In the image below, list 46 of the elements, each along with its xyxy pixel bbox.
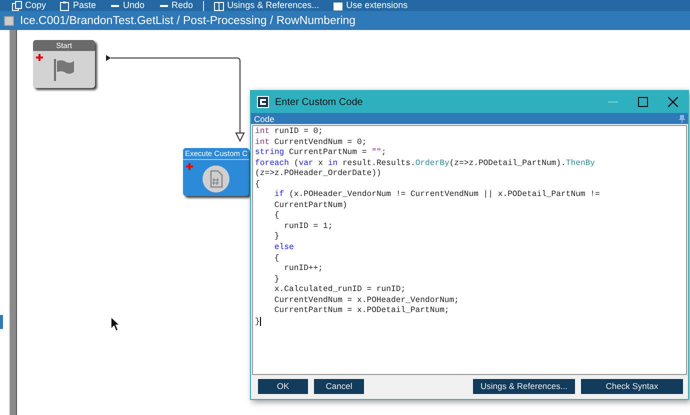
- scroll-up-button[interactable]: [4, 16, 14, 26]
- toolbar-button[interactable]: Paste: [56, 0, 100, 11]
- breadcrumb-path: Ice.C001/BrandonTest.GetList / Post-Processing / RowNumbering: [20, 14, 356, 26]
- dialog-title: Enter Custom Code: [275, 96, 363, 108]
- maximize-icon[interactable]: [638, 97, 648, 107]
- code-line: if (x.POHeader_VendorNum != CurrentVendNum || x.PODetail_PartNum !=: [273, 190, 601, 201]
- code-line: CurrentVendNum = x.POHeader_VendorNum;: [273, 296, 460, 306]
- flag-icon: [53, 58, 75, 82]
- code-line: x.Calculated_runID = runID;: [273, 285, 407, 296]
- toolbar-button[interactable]: Usings & References...: [210, 0, 324, 11]
- text-cursor: [260, 316, 261, 326]
- dialog-button[interactable]: OK: [258, 378, 308, 394]
- dialog-button[interactable]: Usings & References...: [473, 378, 575, 394]
- code-file-icon: [202, 164, 230, 192]
- code-line: int runID = 0;: [255, 127, 324, 138]
- plus-icon[interactable]: [36, 54, 43, 61]
- code-line: (z=>z.POHeader_OrderDate)): [255, 169, 382, 180]
- scrollbar[interactable]: [10, 30, 16, 415]
- close-icon[interactable]: [668, 97, 678, 107]
- code-line: {: [273, 254, 280, 264]
- code-line: }: [273, 232, 280, 243]
- code-line: CurrentPartNum): [273, 200, 348, 211]
- mouse-cursor-icon: [110, 316, 120, 332]
- code-editor[interactable]: [252, 125, 687, 375]
- code-line: string CurrentPartNum = "";: [255, 148, 388, 159]
- code-line: {: [273, 211, 280, 222]
- panel-title: Code: [254, 114, 274, 124]
- code-line: {: [255, 180, 261, 190]
- pin-icon[interactable]: [679, 114, 685, 122]
- toolbar-button[interactable]: Undo: [106, 0, 149, 11]
- dialog-button[interactable]: Cancel: [314, 378, 364, 394]
- code-line: else: [273, 243, 295, 254]
- dialog-button[interactable]: Check Syntax: [581, 378, 683, 394]
- code-line: int CurrentVendNum = 0;: [255, 138, 368, 148]
- code-line: CurrentPartNum = x.PODetail_PartNum;: [273, 306, 450, 317]
- app-icon: [257, 96, 269, 108]
- code-line: runID++;: [283, 264, 324, 275]
- code-line: }: [255, 316, 262, 328]
- code-line: runID = 1;: [283, 222, 334, 232]
- paste-icon: [60, 0, 70, 10]
- toolbar-button[interactable]: Redo: [154, 0, 198, 11]
- toolbar-button[interactable]: Use extensions: [329, 0, 412, 11]
- box-icon: [333, 0, 344, 10]
- code-line: }: [273, 274, 280, 285]
- toolbar-button[interactable]: Copy: [8, 0, 50, 11]
- code-line: foreach (var x in result.Results.OrderBy(z=>z.PODetail_PartNum).ThenBy: [255, 158, 596, 169]
